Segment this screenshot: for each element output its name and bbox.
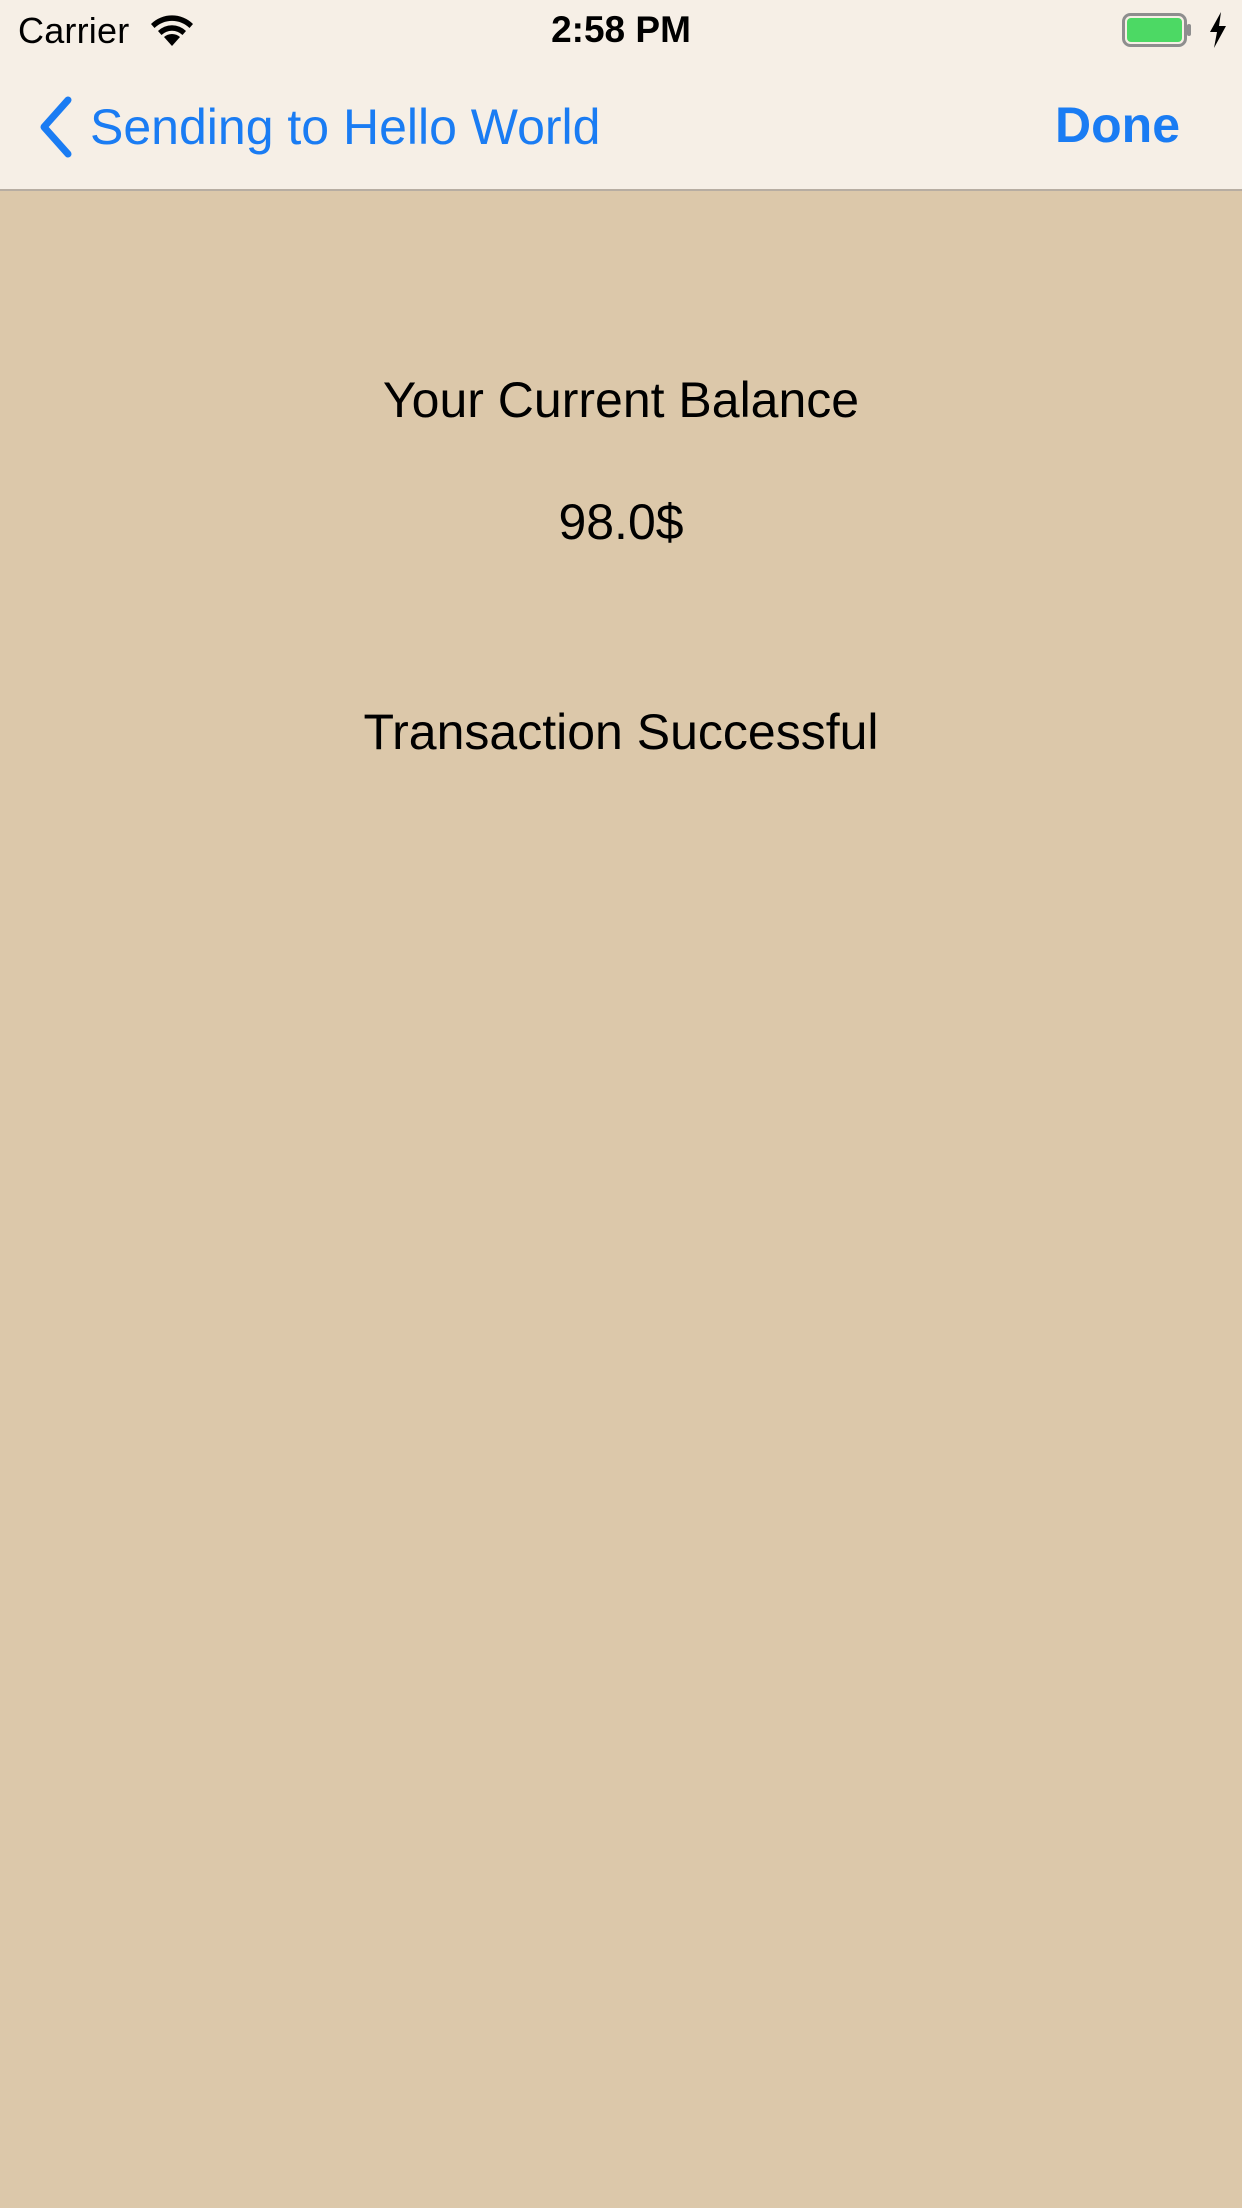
battery-level-fill xyxy=(1127,18,1182,42)
chevron-left-icon xyxy=(40,96,72,158)
charging-bolt-icon xyxy=(1210,12,1226,48)
back-button-label: Sending to Hello World xyxy=(90,99,601,155)
balance-amount: 98.0$ xyxy=(558,494,684,550)
transaction-status-message: Transaction Successful xyxy=(363,704,879,760)
status-time: 2:58 PM xyxy=(551,9,691,50)
top-bar-area: Carrier 2:58 PM Sending to Hello World D… xyxy=(0,0,1242,191)
done-button[interactable]: Done xyxy=(1055,96,1180,154)
balance-title: Your Current Balance xyxy=(382,372,860,428)
back-button[interactable]: Sending to Hello World xyxy=(36,92,600,162)
battery-icon xyxy=(1122,13,1191,47)
main-content: Your Current Balance 98.0$ Transaction S… xyxy=(0,191,1242,2208)
status-bar: Carrier 2:58 PM xyxy=(0,0,1242,60)
navigation-bar: Sending to Hello World Done xyxy=(0,60,1242,190)
